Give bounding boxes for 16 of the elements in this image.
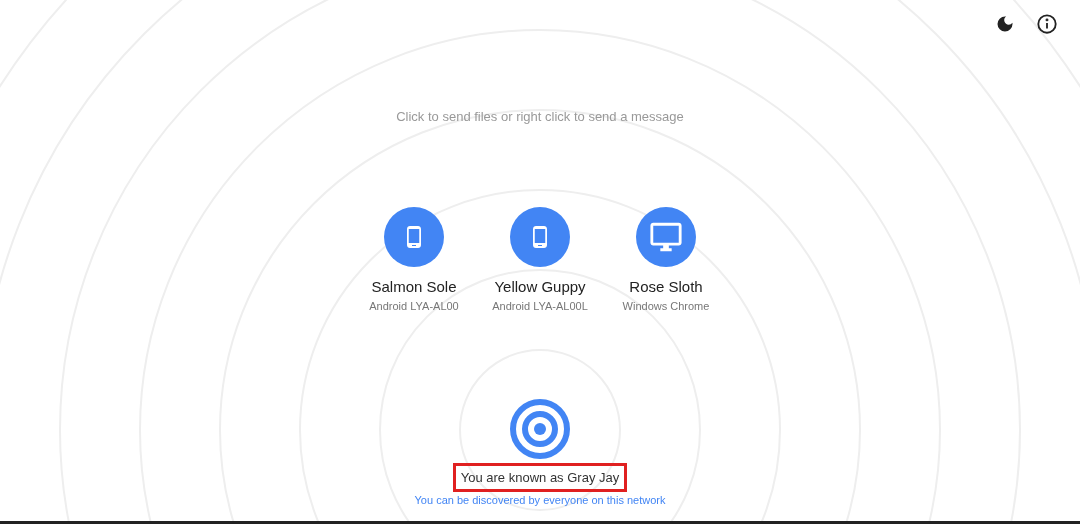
network-logo-icon	[508, 396, 572, 461]
peer-device: Windows Chrome	[622, 299, 710, 314]
display-name-text: You are known as Gray Jay	[452, 462, 628, 492]
peer-name: Rose Sloth	[629, 276, 703, 297]
peer-name: Yellow Guppy	[494, 276, 586, 297]
peer-name: Salmon Sole	[371, 276, 457, 297]
info-icon	[1036, 13, 1058, 35]
peer-item[interactable]: Yellow Guppy Android LYA-AL00L	[477, 206, 603, 315]
peer-device: Android LYA-AL00L	[492, 299, 588, 314]
peer-item[interactable]: Rose Sloth Windows Chrome	[603, 206, 729, 315]
instructions-text: Click to send files or right click to send a message	[396, 108, 684, 126]
peer-device: Android LYA-AL00	[369, 299, 459, 314]
peer-item[interactable]: Salmon Sole Android LYA-AL00	[351, 206, 477, 315]
moon-icon	[995, 14, 1015, 34]
discovery-text: You can be discovered by everyone on this network	[414, 493, 666, 508]
info-button[interactable]	[1036, 13, 1058, 35]
